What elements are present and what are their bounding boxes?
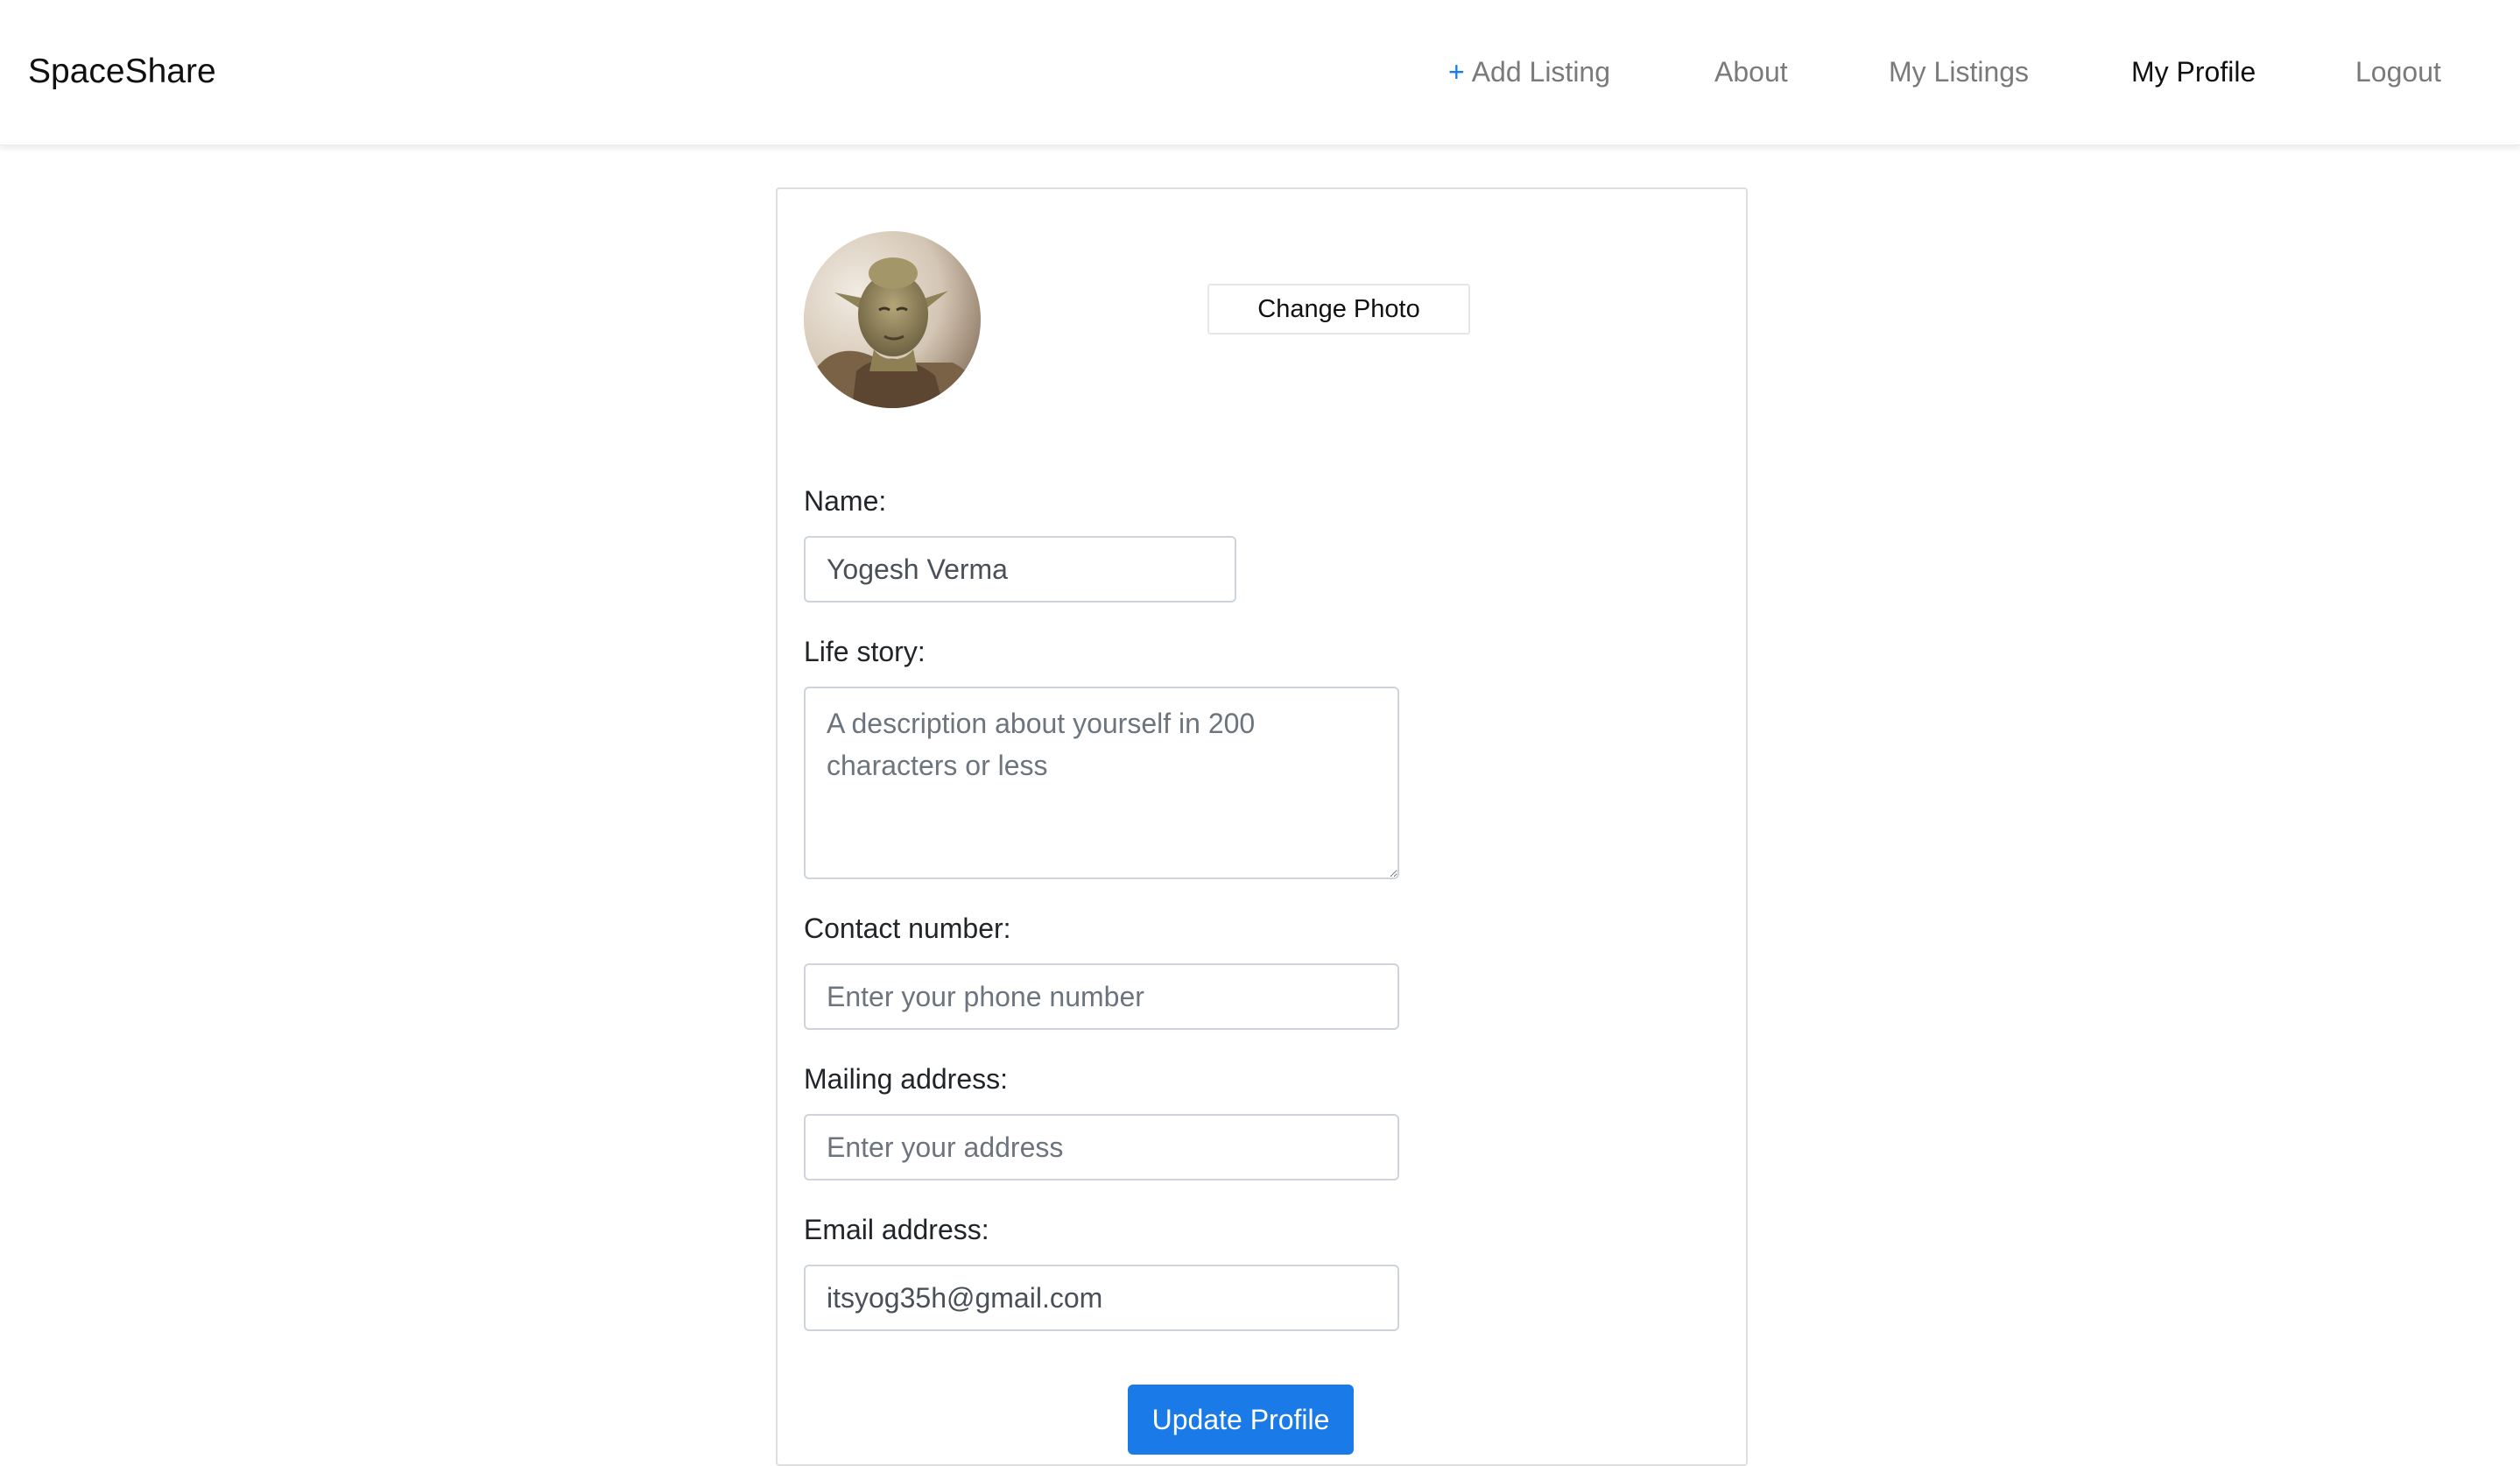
email-address-label: Email address: <box>804 1214 989 1245</box>
mailing-address-label: Mailing address: <box>804 1063 1008 1095</box>
avatar-image <box>804 231 981 408</box>
name-input[interactable] <box>804 536 1236 603</box>
life-story-label: Life story: <box>804 636 926 667</box>
email-address-input[interactable] <box>804 1265 1399 1331</box>
nav-add-listing[interactable]: + Add Listing <box>1448 49 1610 95</box>
plus-icon: + <box>1448 56 1465 88</box>
brand-logo-link[interactable]: SpaceShare <box>28 49 216 95</box>
avatar <box>804 231 981 408</box>
mailing-address-input[interactable] <box>804 1114 1399 1181</box>
name-label: Name: <box>804 485 887 517</box>
update-profile-button[interactable]: Update Profile <box>1128 1385 1354 1455</box>
profile-card: Change Photo Name: Life story: Contact n… <box>776 187 1748 1466</box>
top-navbar: SpaceShare + Add Listing About My Listing… <box>0 0 2520 145</box>
contact-number-input[interactable] <box>804 963 1399 1030</box>
nav-about[interactable]: About <box>1714 49 1788 95</box>
nav-my-profile[interactable]: My Profile <box>2131 49 2256 95</box>
life-story-textarea[interactable] <box>804 687 1399 879</box>
contact-number-label: Contact number: <box>804 913 1011 944</box>
nav-add-listing-label: Add Listing <box>1471 56 1611 88</box>
change-photo-button[interactable]: Change Photo <box>1207 284 1470 335</box>
nav-logout[interactable]: Logout <box>2355 49 2441 95</box>
nav-my-listings[interactable]: My Listings <box>1889 49 2029 95</box>
